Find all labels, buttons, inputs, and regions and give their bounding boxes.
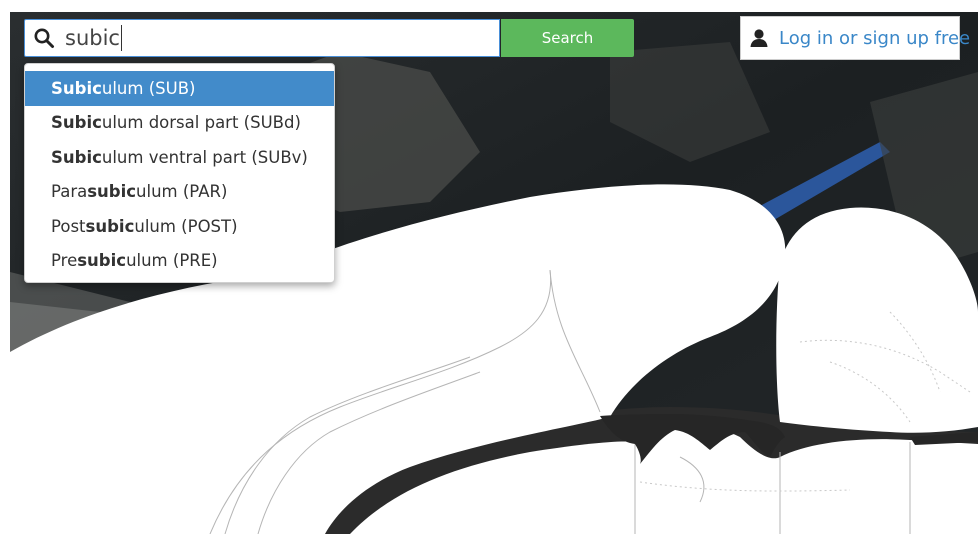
suggestion-item[interactable]: Para subic ulum (PAR) (25, 175, 334, 210)
suggestion-match: Subic (51, 113, 102, 133)
search-input[interactable]: subic (65, 25, 122, 51)
search-input-value: subic (65, 26, 120, 50)
suggestion-suffix: ulum (POST) (134, 216, 238, 236)
search-icon (33, 27, 55, 49)
suggestion-suffix: ulum ventral part (SUBv) (101, 147, 308, 167)
search-button[interactable]: Search (501, 19, 634, 57)
suggestion-match: Subic (51, 147, 102, 167)
suggestion-item[interactable]: Subic ulum dorsal part (SUBd) (25, 106, 334, 141)
search-field[interactable]: subic (24, 19, 500, 57)
suggestion-item[interactable]: Subic ulum (SUB) (25, 71, 334, 106)
suggestion-prefix: Post (51, 216, 86, 236)
login-label: Log in or sign up free (779, 27, 971, 49)
user-icon (749, 28, 769, 48)
suggestion-match: Subic (51, 78, 102, 98)
suggestion-item[interactable]: Pre subic ulum (PRE) (25, 244, 334, 279)
suggestion-match: subic (87, 182, 137, 202)
suggestion-match: subic (77, 251, 127, 271)
suggestion-prefix: Para (51, 182, 88, 202)
text-caret (120, 25, 122, 51)
suggestion-match: subic (85, 216, 135, 236)
suggestion-suffix: ulum (SUB) (101, 78, 196, 98)
suggestion-suffix: ulum (PAR) (136, 182, 228, 202)
suggestion-suffix: ulum dorsal part (SUBd) (101, 113, 301, 133)
autocomplete-dropdown: Subic ulum (SUB) Subic ulum dorsal part (SU… (24, 63, 335, 283)
suggestion-item[interactable]: Post subic ulum (POST) (25, 209, 334, 244)
login-button[interactable]: Log in or sign up free (740, 16, 970, 60)
suggestion-suffix: ulum (PRE) (126, 251, 218, 271)
suggestion-item[interactable]: Subic ulum ventral part (SUBv) (25, 140, 334, 175)
suggestion-prefix: Pre (51, 251, 78, 271)
